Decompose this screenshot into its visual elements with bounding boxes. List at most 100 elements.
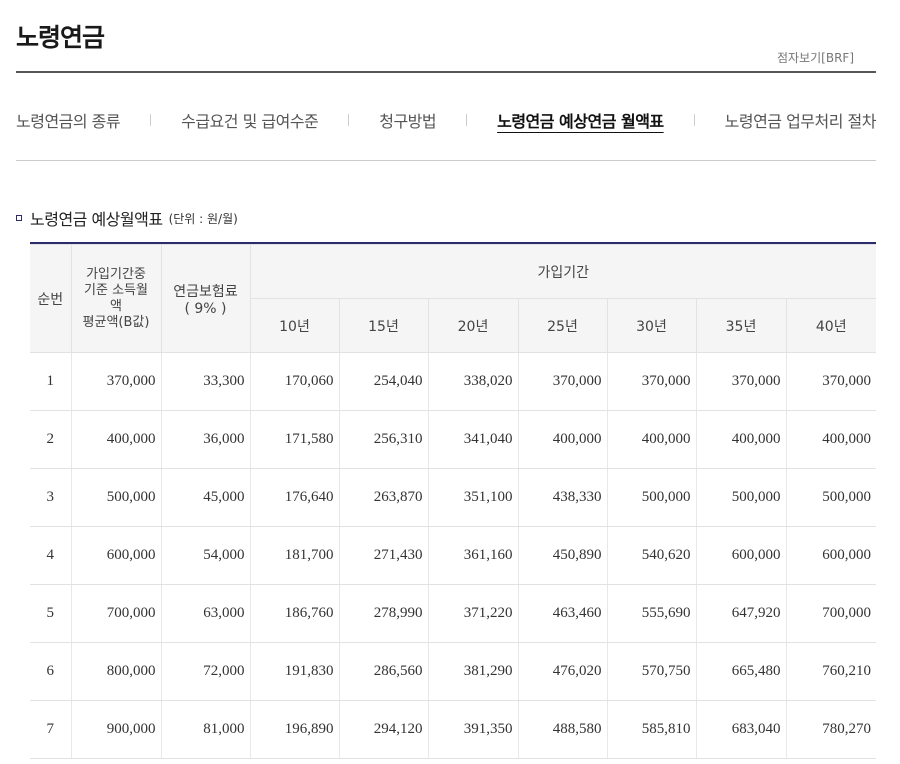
tab-pension-types[interactable]: 노령연금의 종류	[16, 108, 121, 132]
table-cell: 400,000	[606, 410, 696, 469]
row-number-cell: 6	[30, 642, 71, 701]
row-number-cell: 4	[30, 526, 71, 585]
tab-claim-method[interactable]: 청구방법	[379, 108, 436, 132]
title-divider	[16, 71, 876, 73]
table-cell: 370,000	[606, 352, 696, 411]
table-cell: 760,210	[785, 642, 876, 701]
header-year: 25년	[517, 298, 608, 353]
table-cell: 338,020	[427, 352, 518, 411]
header-premium: 연금보험료 ( 9% )	[160, 244, 251, 353]
table-row: 7 900,000 81,000 196,890 294,120 391,350 488,5…	[30, 700, 876, 759]
table-cell: 196,890	[249, 700, 339, 759]
table-cell: 450,890	[517, 526, 607, 585]
table-cell: 191,830	[249, 642, 339, 701]
row-number-cell: 7	[30, 700, 71, 759]
table-cell: 600,000	[695, 526, 786, 585]
table-cell: 81,000	[160, 700, 250, 759]
table-row: 5 700,000 63,000 186,760 278,990 371,220 463,4…	[30, 584, 876, 643]
table-cell: 488,580	[517, 700, 607, 759]
row-number-cell: 2	[30, 410, 71, 469]
table-cell: 256,310	[338, 410, 428, 469]
table-cell: 72,000	[160, 642, 250, 701]
header-year: 10년	[250, 298, 340, 353]
table-cell: 63,000	[160, 584, 250, 643]
table-cell: 370,000	[785, 352, 876, 411]
tab-separator	[466, 114, 468, 126]
table-cell: 370,000	[517, 352, 607, 411]
table-cell: 555,690	[606, 584, 696, 643]
table-cell: 700,000	[785, 584, 876, 643]
table-cell: 600,000	[785, 526, 876, 585]
table-cell: 278,990	[338, 584, 428, 643]
square-bullet-icon	[16, 215, 22, 221]
tab-nav: 노령연금의 종류 수급요건 및 급여수준 청구방법 노령연금 예상연금 월액표 …	[16, 108, 877, 132]
table-cell: 683,040	[695, 700, 786, 759]
table-cell: 400,000	[785, 410, 876, 469]
table-cell: 780,270	[785, 700, 876, 759]
table-cell: 400,000	[517, 410, 607, 469]
row-number-cell: 1	[30, 352, 71, 411]
table-cell: 370,000	[70, 352, 161, 411]
table-cell: 171,580	[249, 410, 339, 469]
table-row: 4 600,000 54,000 181,700 271,430 361,160 450,8…	[30, 526, 876, 585]
table-cell: 286,560	[338, 642, 428, 701]
table-row: 1 370,000 33,300 170,060 254,040 338,020 370,0…	[30, 352, 876, 411]
section-header: 노령연금 예상월액표 (단위 : 원/월)	[16, 206, 238, 230]
pension-table-wrapper: 순번 가입기간중 기준 소득월 액 평균액(B값) 연금보험료 ( 9% ) 가…	[30, 242, 876, 759]
table-cell: 351,100	[427, 468, 518, 527]
table-cell: 647,920	[695, 584, 786, 643]
table-cell: 800,000	[70, 642, 161, 701]
table-cell: 400,000	[70, 410, 161, 469]
tab-separator	[348, 114, 350, 126]
tabs-divider	[16, 160, 876, 161]
table-cell: 400,000	[695, 410, 786, 469]
table-row: 2 400,000 36,000 171,580 256,310 341,040 400,0…	[30, 410, 876, 469]
row-number-cell: 5	[30, 584, 71, 643]
tab-eligibility[interactable]: 수급요건 및 급여수준	[181, 108, 319, 132]
table-cell: 271,430	[338, 526, 428, 585]
section-title: 노령연금 예상월액표	[30, 210, 163, 229]
table-cell: 371,220	[427, 584, 518, 643]
table-cell: 900,000	[70, 700, 161, 759]
table-cell: 36,000	[160, 410, 250, 469]
table-cell: 476,020	[517, 642, 607, 701]
table-cell: 500,000	[70, 468, 161, 527]
table-cell: 600,000	[70, 526, 161, 585]
table-cell: 254,040	[338, 352, 428, 411]
table-cell: 700,000	[70, 584, 161, 643]
braille-view-link[interactable]: 점자보기[BRF]	[777, 49, 854, 66]
row-number-cell: 3	[30, 468, 71, 527]
table-cell: 585,810	[606, 700, 696, 759]
header-year: 40년	[785, 298, 876, 353]
header-year: 30년	[606, 298, 697, 353]
table-cell: 294,120	[338, 700, 428, 759]
table-cell: 181,700	[249, 526, 339, 585]
table-cell: 341,040	[427, 410, 518, 469]
table-cell: 570,750	[606, 642, 696, 701]
header-period: 가입기간	[249, 244, 876, 299]
table-cell: 170,060	[249, 352, 339, 411]
tab-separator	[693, 114, 695, 126]
table-cell: 391,350	[427, 700, 518, 759]
table-cell: 540,620	[606, 526, 696, 585]
table-cell: 370,000	[695, 352, 786, 411]
header-no: 순번	[30, 244, 72, 353]
header-year: 35년	[695, 298, 787, 353]
table-cell: 500,000	[785, 468, 876, 527]
table-cell: 45,000	[160, 468, 250, 527]
table-cell: 263,870	[338, 468, 428, 527]
table-cell: 500,000	[606, 468, 696, 527]
tab-expected-monthly-table[interactable]: 노령연금 예상연금 월액표	[497, 108, 664, 132]
table-row: 6 800,000 72,000 191,830 286,560 381,290 476,0…	[30, 642, 876, 701]
tab-processing-procedure[interactable]: 노령연금 업무처리 절차	[725, 108, 877, 132]
table-cell: 54,000	[160, 526, 250, 585]
table-cell: 665,480	[695, 642, 786, 701]
table-row: 3 500,000 45,000 176,640 263,870 351,100 438,3…	[30, 468, 876, 527]
table-cell: 463,460	[517, 584, 607, 643]
header-year: 15년	[338, 298, 429, 353]
table-cell: 438,330	[517, 468, 607, 527]
table-cell: 500,000	[695, 468, 786, 527]
table-cell: 361,160	[427, 526, 518, 585]
header-year: 20년	[427, 298, 519, 353]
table-cell: 186,760	[249, 584, 339, 643]
